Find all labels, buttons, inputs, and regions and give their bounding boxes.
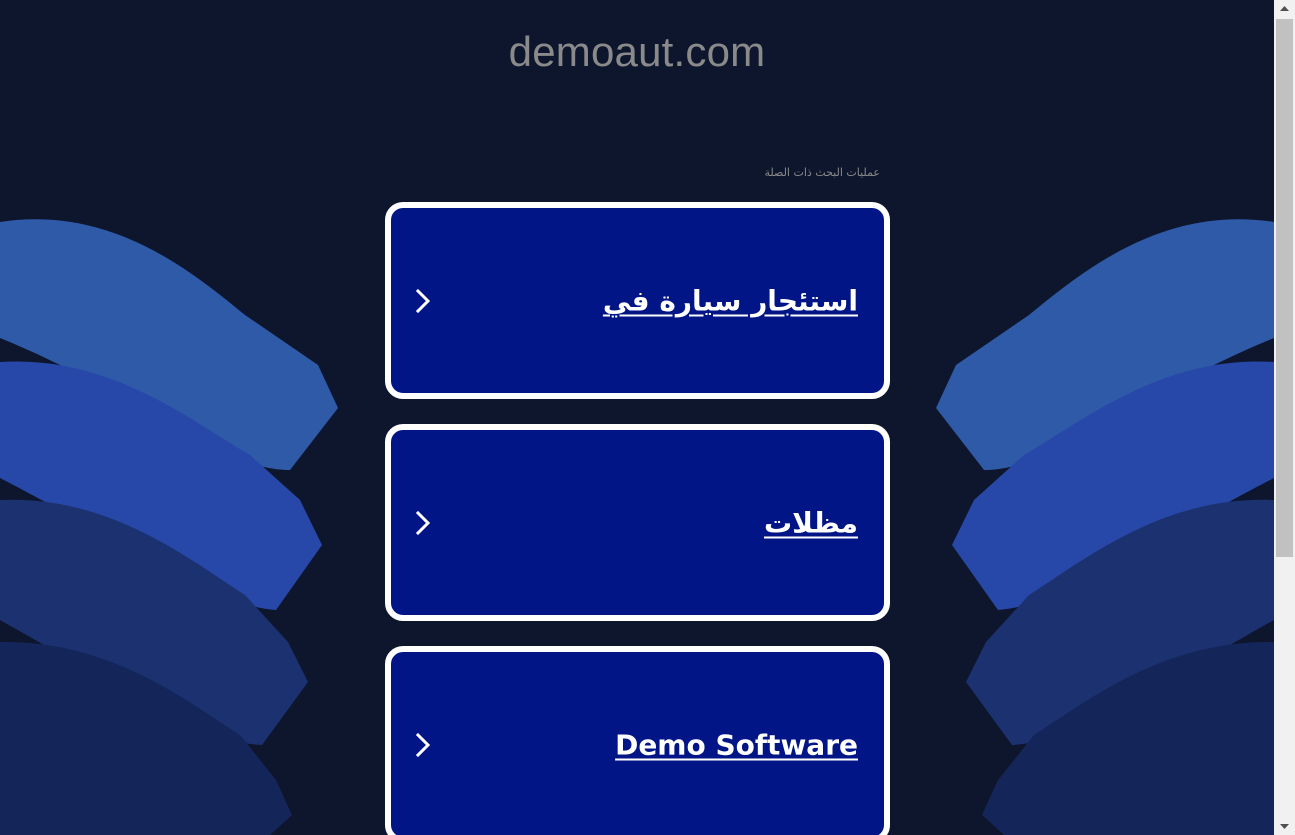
triangle-down-icon[interactable] [1274, 818, 1295, 835]
related-search-link-1[interactable]: استئجار سيارة في [385, 202, 890, 399]
chevron-right-icon [415, 288, 431, 313]
related-search-label[interactable]: مظلات [764, 506, 858, 539]
related-searches-label: عمليات البحث ذات الصلة [764, 166, 880, 179]
related-search-link-2[interactable]: مظلات [385, 424, 890, 621]
domain-title: demoaut.com [508, 28, 766, 75]
scrollbar-thumb[interactable] [1276, 19, 1293, 557]
page: demoaut.com عمليات البحث ذات الصلة استئج… [0, 0, 1274, 835]
chevron-right-icon [415, 510, 431, 535]
related-search-label[interactable]: استئجار سيارة في [603, 284, 858, 317]
triangle-up-icon[interactable] [1274, 0, 1295, 17]
related-search-link-3[interactable]: Demo Software [385, 646, 890, 835]
chevron-right-icon [415, 732, 431, 757]
related-search-label[interactable]: Demo Software [615, 728, 858, 761]
vertical-scrollbar[interactable] [1274, 0, 1295, 835]
